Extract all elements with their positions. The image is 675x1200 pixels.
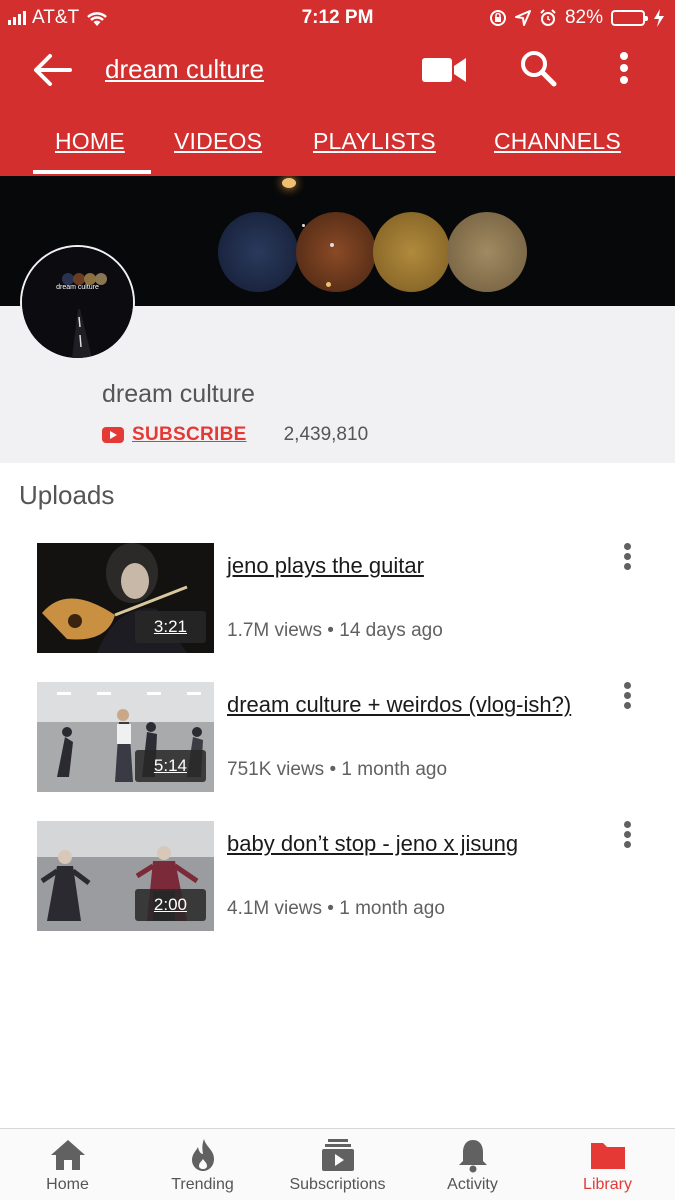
tab-home[interactable]: HOME: [55, 128, 125, 155]
status-right: 82%: [489, 7, 665, 29]
battery-icon: [611, 10, 648, 26]
location-icon: [514, 10, 531, 26]
more-vertical-icon: [624, 682, 631, 712]
banner-light: [282, 178, 296, 188]
video-age: 1 month ago: [339, 898, 445, 919]
nav-label: Home: [46, 1176, 89, 1193]
video-camera-icon[interactable]: [420, 52, 468, 88]
video-meta: 1.7M views • 14 days ago: [227, 620, 443, 641]
video-duration: 3:21: [134, 611, 206, 643]
home-icon: [50, 1140, 85, 1170]
video-age: 14 days ago: [339, 620, 443, 641]
video-duration: 2:00: [134, 889, 206, 921]
video-meta: 4.1M views • 1 month ago: [227, 898, 445, 919]
uploads-heading: Uploads: [19, 480, 115, 510]
video-item[interactable]: 3:21 jeno plays the guitar 1.7M views • …: [0, 543, 675, 653]
charging-icon: [654, 9, 664, 27]
video-thumbnail[interactable]: 3:21: [37, 543, 214, 653]
video-views: 751K views: [227, 759, 325, 780]
banner-orb-tan: [447, 212, 527, 292]
back-arrow-icon[interactable]: [30, 50, 76, 90]
more-vertical-icon[interactable]: [612, 48, 636, 88]
subscribe-button[interactable]: SUBSCRIBE: [132, 424, 247, 446]
channel-name: dream culture: [102, 380, 255, 408]
youtube-play-icon: [102, 427, 124, 443]
video-duration: 5:14: [134, 750, 206, 782]
tab-videos[interactable]: VIDEOS: [174, 128, 262, 155]
video-title[interactable]: dream culture + weirdos (vlog-ish?): [227, 692, 571, 718]
bottom-navigation: Home Trending Subscriptions Activity Lib…: [0, 1128, 675, 1200]
video-meta: 751K views • 1 month ago: [227, 759, 448, 780]
tab-playlists[interactable]: PLAYLISTS: [313, 128, 436, 155]
folder-icon: [590, 1143, 625, 1169]
flame-icon: [191, 1139, 214, 1171]
banner-light: [302, 224, 305, 227]
rotation-lock-icon: [489, 10, 506, 26]
nav-label: Subscriptions: [289, 1176, 386, 1193]
more-vertical-icon: [624, 821, 631, 851]
nav-trending[interactable]: Trending: [135, 1129, 270, 1200]
alarm-icon: [540, 9, 556, 26]
video-thumbnail[interactable]: 2:00: [37, 821, 214, 931]
video-more-button[interactable]: [616, 682, 640, 716]
video-more-button[interactable]: [616, 821, 640, 855]
nav-activity[interactable]: Activity: [405, 1129, 540, 1200]
banner-light: [326, 282, 331, 287]
video-item[interactable]: 5:14 dream culture + weirdos (vlog-ish?)…: [0, 682, 675, 792]
nav-home[interactable]: Home: [0, 1129, 135, 1200]
subscribe-row: SUBSCRIBE 2,439,810: [102, 424, 368, 446]
video-title[interactable]: baby don’t stop - jeno x jisung: [227, 831, 518, 857]
nav-label: Library: [583, 1176, 632, 1193]
tab-channels[interactable]: CHANNELS: [494, 128, 621, 155]
avatar-artwork: [22, 247, 133, 358]
video-views: 1.7M views: [227, 620, 323, 641]
active-tab-indicator: [33, 170, 151, 174]
status-bar: AT&T 7:12 PM 82%: [0, 0, 675, 36]
video-title[interactable]: jeno plays the guitar: [227, 553, 424, 579]
nav-subscriptions[interactable]: Subscriptions: [270, 1129, 405, 1200]
video-thumbnail[interactable]: 5:14: [37, 682, 214, 792]
banner-orb-blue: [218, 212, 298, 292]
channel-tabs: HOME VIDEOS PLAYLISTS CHANNELS: [0, 120, 675, 176]
subscriber-count: 2,439,810: [283, 424, 369, 445]
banner-orb-orange: [296, 212, 376, 292]
more-vertical-icon: [624, 543, 631, 573]
video-item[interactable]: 2:00 baby don’t stop - jeno x jisung 4.1…: [0, 821, 675, 931]
nav-library[interactable]: Library: [540, 1129, 675, 1200]
battery-percent: 82%: [564, 7, 603, 28]
bell-icon: [458, 1140, 487, 1173]
page-title: dream culture: [105, 54, 264, 84]
video-views: 4.1M views: [227, 898, 323, 919]
nav-label: Activity: [447, 1176, 498, 1193]
app-bar: dream culture HOME VIDEOS PLAYLISTS CHAN…: [0, 36, 675, 176]
subscriptions-icon: [321, 1139, 354, 1171]
banner-orb-gold: [373, 212, 450, 292]
video-age: 1 month ago: [341, 759, 448, 780]
avatar-text: dream culture: [56, 284, 99, 291]
channel-avatar[interactable]: dream culture: [20, 245, 135, 360]
search-icon[interactable]: [518, 48, 558, 88]
banner-light: [330, 243, 334, 247]
video-more-button[interactable]: [616, 543, 640, 577]
nav-label: Trending: [171, 1176, 234, 1193]
